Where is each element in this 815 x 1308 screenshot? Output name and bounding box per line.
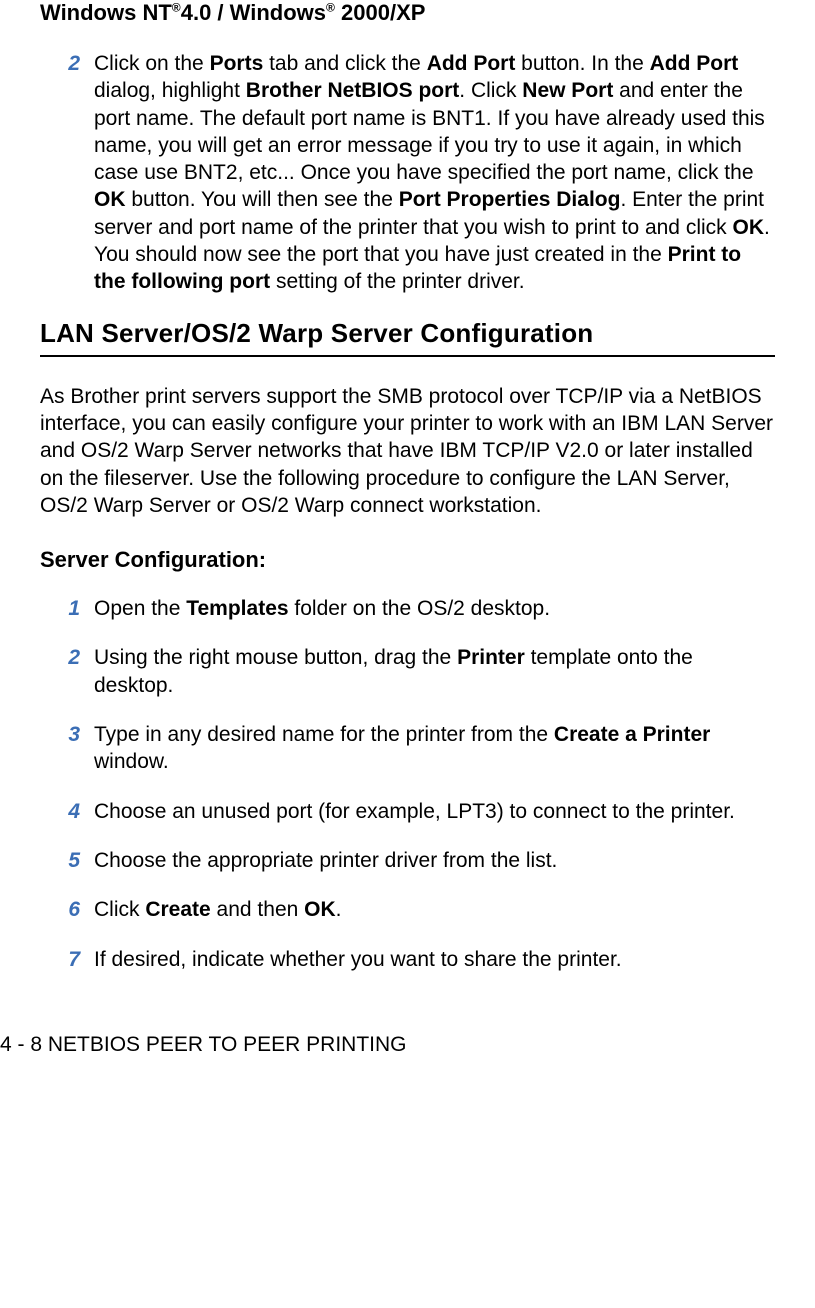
bold-text: OK (94, 188, 126, 211)
lan-server-heading: LAN Server/OS/2 Warp Server Configuratio… (40, 318, 775, 349)
step-body: If desired, indicate whether you want to… (94, 946, 775, 973)
step-body: Type in any desired name for the printer… (94, 721, 775, 776)
step-number: 4 (40, 798, 94, 825)
registered-mark: ® (326, 1, 335, 15)
bold-text: Add Port (427, 52, 516, 75)
step-item: 2 Using the right mouse button, drag the… (40, 644, 775, 699)
bold-text: Create a Printer (554, 723, 710, 746)
bold-text: New Port (522, 79, 613, 102)
bold-text: Templates (186, 597, 288, 620)
step-body: Click Create and then OK. (94, 896, 775, 923)
step-item: 5 Choose the appropriate printer driver … (40, 847, 775, 874)
server-config-heading: Server Configuration: (40, 547, 775, 573)
bold-text: OK (733, 216, 765, 239)
text: folder on the OS/2 desktop. (289, 597, 551, 620)
page-footer: 4 - 8 NETBIOS PEER TO PEER PRINTING (0, 1033, 775, 1057)
bold-text: Brother NetBIOS port (246, 79, 460, 102)
heading-text: Windows NT (40, 0, 172, 25)
lan-paragraph: As Brother print servers support the SMB… (40, 383, 775, 519)
step-number: 3 (40, 721, 94, 776)
step-number: 2 (40, 644, 94, 699)
step-number: 6 (40, 896, 94, 923)
step-item: 7 If desired, indicate whether you want … (40, 946, 775, 973)
step-body: Choose an unused port (for example, LPT3… (94, 798, 775, 825)
step-item: 3 Type in any desired name for the print… (40, 721, 775, 776)
heading-rule (40, 355, 775, 357)
text: dialog, highlight (94, 79, 246, 102)
step-body: Click on the Ports tab and click the Add… (94, 50, 775, 296)
bold-text: Create (145, 898, 210, 921)
step-number: 5 (40, 847, 94, 874)
bold-text: Add Port (650, 52, 739, 75)
step-number: 7 (40, 946, 94, 973)
bold-text: OK (304, 898, 336, 921)
text: setting of the printer driver. (270, 270, 524, 293)
step-item: 2 Click on the Ports tab and click the A… (40, 50, 775, 296)
text: Open the (94, 597, 186, 620)
step-body: Open the Templates folder on the OS/2 de… (94, 595, 775, 622)
windows-heading: Windows NT®4.0 / Windows® 2000/XP (40, 0, 775, 26)
text: and then (211, 898, 304, 921)
text: If desired, indicate whether you want to… (94, 948, 622, 971)
text: Click on the (94, 52, 210, 75)
text: Type in any desired name for the printer… (94, 723, 554, 746)
heading-text: 2000/XP (335, 0, 426, 25)
step-body: Choose the appropriate printer driver fr… (94, 847, 775, 874)
text: button. In the (515, 52, 649, 75)
bold-text: Ports (210, 52, 264, 75)
text: window. (94, 750, 169, 773)
bold-text: Printer (457, 646, 525, 669)
step-item: 4 Choose an unused port (for example, LP… (40, 798, 775, 825)
step-item: 6 Click Create and then OK. (40, 896, 775, 923)
text: . (336, 898, 342, 921)
text: Choose the appropriate printer driver fr… (94, 849, 557, 872)
step-item: 1 Open the Templates folder on the OS/2 … (40, 595, 775, 622)
text: . Click (459, 79, 522, 102)
bold-text: Port Properties Dialog (399, 188, 621, 211)
text: tab and click the (263, 52, 426, 75)
registered-mark: ® (172, 1, 181, 15)
text: Choose an unused port (for example, LPT3… (94, 800, 735, 823)
step-body: Using the right mouse button, drag the P… (94, 644, 775, 699)
heading-text: 4.0 / Windows (181, 0, 326, 25)
text: button. You will then see the (126, 188, 399, 211)
step-number: 1 (40, 595, 94, 622)
step-number: 2 (40, 50, 94, 296)
text: Using the right mouse button, drag the (94, 646, 457, 669)
text: Click (94, 898, 145, 921)
document-page: Windows NT®4.0 / Windows® 2000/XP 2 Clic… (0, 0, 815, 1077)
